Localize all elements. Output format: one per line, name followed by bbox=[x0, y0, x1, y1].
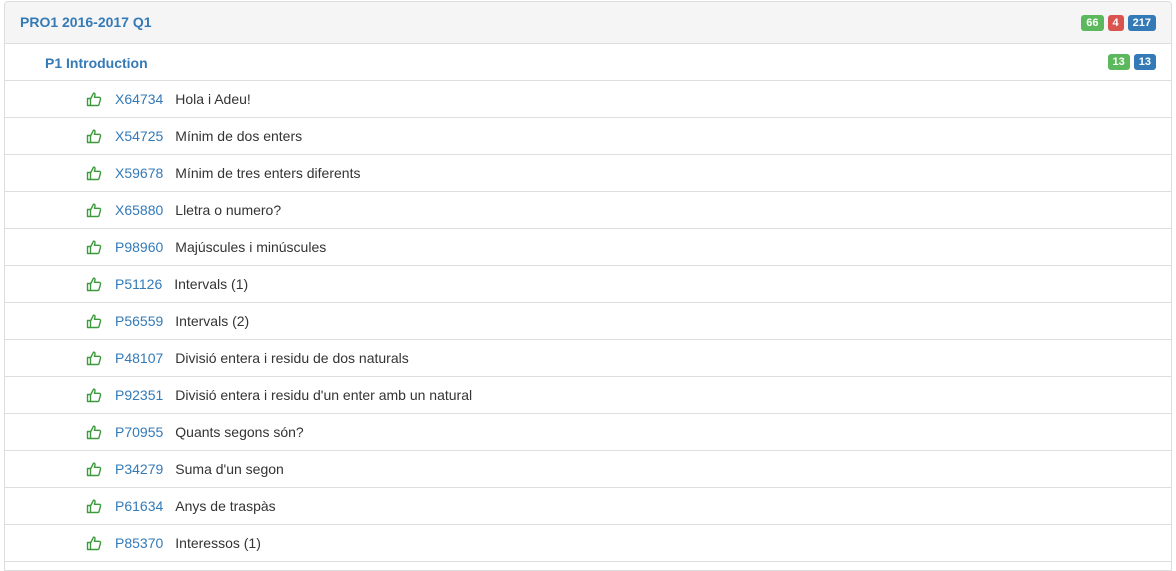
problem-title: Majúscules i minúscules bbox=[175, 239, 327, 255]
problem-row[interactable]: X65880 Lletra o numero? bbox=[5, 192, 1171, 229]
problem-code-link[interactable]: X64734 bbox=[115, 91, 163, 107]
thumbs-up-icon bbox=[86, 498, 102, 514]
thumbs-up-icon bbox=[86, 202, 102, 218]
thumbs-up-icon bbox=[86, 461, 102, 477]
problem-code-link[interactable]: P51126 bbox=[115, 276, 162, 292]
problem-title: Divisió entera i residu de dos naturals bbox=[175, 350, 409, 366]
problem-title: Divisió entera i residu d'un enter amb u… bbox=[175, 387, 473, 403]
problem-code-link[interactable]: X65880 bbox=[115, 202, 163, 218]
problem-code-link[interactable]: P92351 bbox=[115, 387, 163, 403]
problem-row[interactable]: P85370 Interessos (1) bbox=[5, 525, 1171, 562]
course-panel: PRO1 2016-2017 Q1 66 4 217 P1 Introducti… bbox=[4, 1, 1172, 571]
thumbs-up-icon bbox=[86, 424, 102, 440]
problem-code-link[interactable]: X54725 bbox=[115, 128, 163, 144]
problem-row[interactable]: P56559 Intervals (2) bbox=[5, 303, 1171, 340]
problem-code-link[interactable]: P34279 bbox=[115, 461, 163, 477]
thumbs-up-icon bbox=[86, 535, 102, 551]
problem-row[interactable]: P92351 Divisió entera i residu d'un enter… bbox=[5, 377, 1171, 414]
problem-code-link[interactable]: P56559 bbox=[115, 313, 163, 329]
problem-code-link[interactable]: P48107 bbox=[115, 350, 163, 366]
list-accepted-count-badge: 13 bbox=[1107, 54, 1130, 70]
problem-code-link[interactable]: P70955 bbox=[115, 424, 163, 440]
problem-title: Mínim de dos enters bbox=[175, 128, 303, 144]
list-badges: 13 13 bbox=[1107, 44, 1156, 80]
problem-title: Mínim de tres enters diferents bbox=[175, 165, 361, 181]
course-badges: 66 4 217 bbox=[1081, 2, 1156, 43]
problem-row[interactable]: P48107 Divisió entera i residu de dos nat… bbox=[5, 340, 1171, 377]
problem-title: Anys de traspàs bbox=[175, 498, 276, 514]
thumbs-up-icon bbox=[86, 165, 102, 181]
problem-row[interactable]: P98960 Majúscules i minúscules bbox=[5, 229, 1171, 266]
problem-title: Lletra o numero? bbox=[175, 202, 282, 218]
thumbs-up-icon bbox=[86, 91, 102, 107]
rejected-count-badge: 4 bbox=[1107, 14, 1124, 31]
problem-title: Hola i Adeu! bbox=[175, 91, 251, 107]
problem-title: Intervals (2) bbox=[175, 313, 250, 329]
problem-title: Interessos (1) bbox=[175, 535, 261, 551]
thumbs-up-icon bbox=[86, 313, 102, 329]
problem-code-link[interactable]: P85370 bbox=[115, 535, 163, 551]
problem-code-link[interactable]: P61634 bbox=[115, 498, 163, 514]
thumbs-up-icon bbox=[86, 276, 102, 292]
thumbs-up-icon bbox=[86, 128, 102, 144]
problem-code-link[interactable]: P98960 bbox=[115, 239, 163, 255]
list-title[interactable]: P1 Introduction bbox=[45, 55, 148, 71]
problem-row[interactable]: P70955 Quants segons són? bbox=[5, 414, 1171, 451]
problem-row[interactable]: P61634 Anys de traspàs bbox=[5, 488, 1171, 525]
total-count-badge: 217 bbox=[1127, 14, 1156, 31]
problem-title: Intervals (1) bbox=[174, 276, 249, 292]
problem-list: X64734 Hola i Adeu! X54725 Mínim de dos ent… bbox=[5, 81, 1171, 562]
problem-row[interactable]: P34279 Suma d'un segon bbox=[5, 451, 1171, 488]
problem-row[interactable]: X54725 Mínim de dos enters bbox=[5, 118, 1171, 155]
course-header[interactable]: PRO1 2016-2017 Q1 66 4 217 bbox=[5, 2, 1171, 44]
thumbs-up-icon bbox=[86, 239, 102, 255]
problem-row[interactable]: X64734 Hola i Adeu! bbox=[5, 81, 1171, 118]
accepted-count-badge: 66 bbox=[1081, 14, 1104, 31]
problem-title: Quants segons són? bbox=[175, 424, 304, 440]
course-title[interactable]: PRO1 2016-2017 Q1 bbox=[20, 14, 152, 30]
thumbs-up-icon bbox=[86, 350, 102, 366]
list-total-count-badge: 13 bbox=[1133, 54, 1156, 70]
problem-title: Suma d'un segon bbox=[175, 461, 284, 477]
thumbs-up-icon bbox=[86, 387, 102, 403]
problem-row[interactable]: X59678 Mínim de tres enters diferents bbox=[5, 155, 1171, 192]
list-header[interactable]: P1 Introduction 13 13 bbox=[5, 44, 1171, 81]
problem-code-link[interactable]: X59678 bbox=[115, 165, 163, 181]
problem-row[interactable]: P51126 Intervals (1) bbox=[5, 266, 1171, 303]
